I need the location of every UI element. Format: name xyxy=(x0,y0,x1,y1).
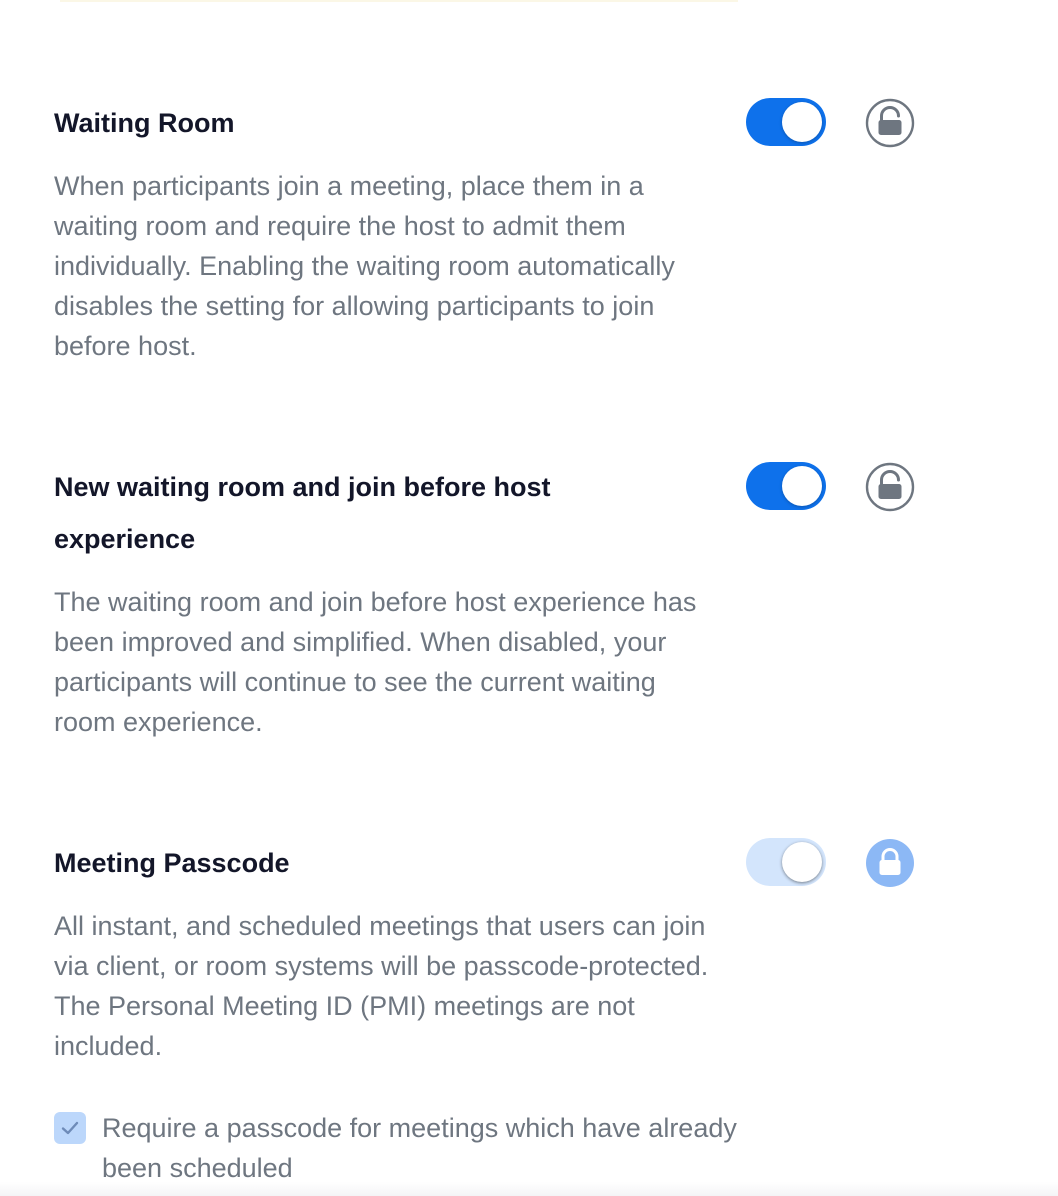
require-passcode-checkbox[interactable] xyxy=(54,1112,86,1144)
new-waiting-room-toggle[interactable] xyxy=(746,462,826,510)
setting-title: New waiting room and join before host ex… xyxy=(54,472,551,554)
toggle-knob xyxy=(782,102,822,142)
lock-open-icon[interactable] xyxy=(865,462,915,512)
setting-description: All instant, and scheduled meetings that… xyxy=(54,911,709,1061)
setting-title: Meeting Passcode xyxy=(54,848,290,878)
lock-open-icon[interactable] xyxy=(865,98,915,148)
checkmark-icon xyxy=(61,1121,79,1135)
waiting-room-toggle[interactable] xyxy=(746,98,826,146)
lock-closed-icon[interactable] xyxy=(865,838,915,888)
setting-description: The waiting room and join before host ex… xyxy=(54,587,697,737)
top-divider xyxy=(60,0,738,2)
setting-description: When participants join a meeting, place … xyxy=(54,171,675,361)
toggle-knob xyxy=(782,466,822,506)
require-passcode-label: Require a passcode for meetings which ha… xyxy=(102,1113,737,1183)
meeting-passcode-toggle[interactable] xyxy=(746,838,826,886)
toggle-knob xyxy=(782,842,822,882)
setting-title: Waiting Room xyxy=(54,108,235,138)
bottom-scroll-fade xyxy=(0,1182,1058,1196)
